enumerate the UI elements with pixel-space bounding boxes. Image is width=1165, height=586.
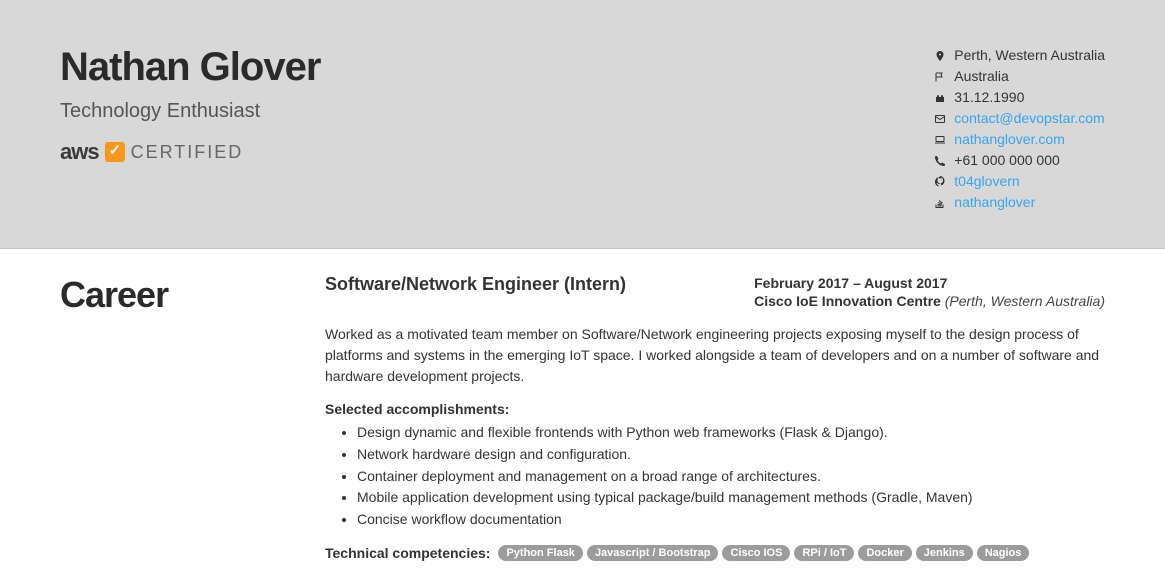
contact-email: contact@devopstar.com [933,108,1105,129]
stackoverflow-link[interactable]: nathanglover [954,192,1035,213]
accomplishment-item: Network hardware design and configuratio… [357,444,1105,466]
job-company: Cisco IoE Innovation Centre [754,293,941,309]
stackoverflow-icon [933,196,947,210]
tech-pill: Python Flask [498,545,582,561]
job-location: (Perth, Western Australia) [945,293,1105,309]
contact-location: Perth, Western Australia [933,45,1105,66]
contact-block: Perth, Western Australia Australia 31.12… [933,45,1105,213]
career-main: Software/Network Engineer (Intern) Febru… [325,274,1105,561]
career-section-title: Career [60,274,325,316]
country-text: Australia [954,66,1008,87]
accomplishment-item: Container deployment and management on a… [357,466,1105,488]
check-badge-icon [105,142,125,162]
contact-website: nathanglover.com [933,129,1105,150]
job-description: Worked as a motivated team member on Sof… [325,324,1105,387]
phone-text: +61 000 000 000 [954,150,1060,171]
accomplishment-item: Mobile application development using typ… [357,487,1105,509]
email-link[interactable]: contact@devopstar.com [954,108,1104,129]
accomplishment-item: Design dynamic and flexible frontends wi… [357,422,1105,444]
accomplishments-list: Design dynamic and flexible frontends wi… [325,422,1105,530]
aws-logo-text: aws [60,139,99,165]
tech-pill: Jenkins [916,545,973,561]
location-text: Perth, Western Australia [954,45,1105,66]
job-header: Software/Network Engineer (Intern) Febru… [325,274,1105,310]
certification-badge: aws CERTIFIED [60,139,320,165]
contact-phone: +61 000 000 000 [933,150,1105,171]
job-meta: February 2017 – August 2017 Cisco IoE In… [754,274,1105,310]
tech-pill: Cisco IOS [722,545,790,561]
laptop-icon [933,133,947,147]
tagline: Technology Enthusiast [60,100,320,123]
resume-header: Nathan Glover Technology Enthusiast aws … [0,0,1165,249]
accomplishments-title: Selected accomplishments: [325,401,1105,417]
github-link[interactable]: t04glovern [954,171,1019,192]
tech-competencies: Technical competencies: Python Flask Jav… [325,545,1105,561]
contact-github: t04glovern [933,171,1105,192]
tech-pill: Nagios [977,545,1030,561]
sidebar: Career [60,274,325,561]
accomplishment-item: Concise workflow documentation [357,509,1105,531]
contact-stackoverflow: nathanglover [933,192,1105,213]
tech-pill: Javascript / Bootstrap [587,545,719,561]
job-title: Software/Network Engineer (Intern) [325,274,626,295]
header-identity: Nathan Glover Technology Enthusiast aws … [60,45,320,213]
certified-label: CERTIFIED [131,142,244,163]
website-link[interactable]: nathanglover.com [954,129,1065,150]
phone-icon [933,154,947,168]
flag-icon [933,70,947,84]
birthday-icon [933,91,947,105]
full-name: Nathan Glover [60,45,320,90]
contact-country: Australia [933,66,1105,87]
tech-pill: Docker [858,545,911,561]
content-area: Career Software/Network Engineer (Intern… [0,249,1165,586]
job-dates: February 2017 – August 2017 [754,274,1105,292]
contact-birthdate: 31.12.1990 [933,87,1105,108]
tech-label: Technical competencies: [325,545,490,561]
map-pin-icon [933,49,947,63]
envelope-icon [933,112,947,126]
birthdate-text: 31.12.1990 [954,87,1024,108]
tech-pill: RPi / IoT [794,545,854,561]
github-icon [933,175,947,189]
